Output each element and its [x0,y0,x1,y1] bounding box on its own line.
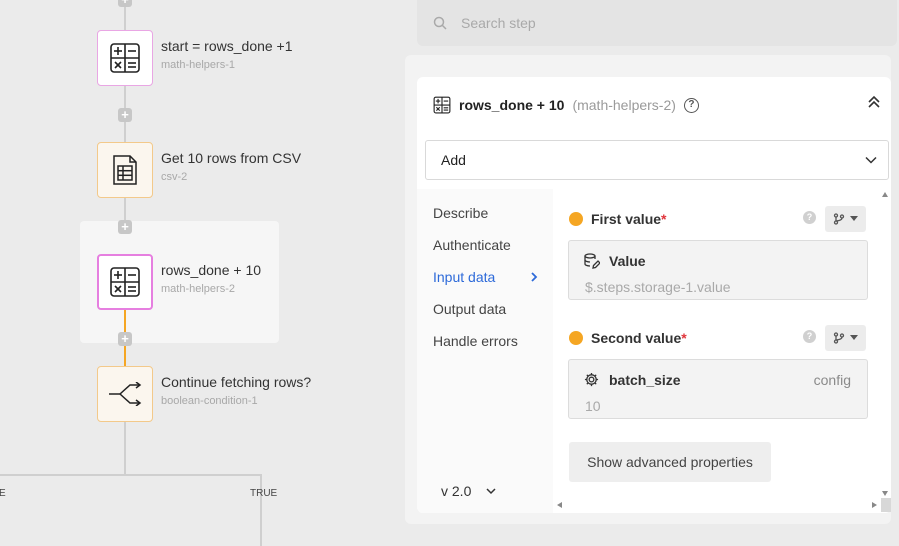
scroll-up-icon [882,192,888,197]
branch-connector [260,474,262,546]
panel-side-nav: Describe Authenticate Input data Output … [417,189,553,513]
scroll-down-icon [882,491,888,496]
chevron-right-icon [531,272,538,282]
first-value-input[interactable]: Value $.steps.storage-1.value [568,240,868,300]
field-header-second-value: Second value* [569,330,687,346]
value-title: batch_size [609,372,681,388]
panel-title: rows_done + 10 [459,97,565,113]
version-label: v 2.0 [441,483,472,499]
caret-down-icon [850,216,858,221]
panel-subtitle: (math-helpers-2) [572,97,676,113]
required-dot [569,212,583,226]
node-title[interactable]: Get 10 rows from CSV [161,150,301,166]
search-icon [433,16,447,30]
nav-item-authenticate[interactable]: Authenticate [433,237,511,253]
branch-connector [0,474,262,476]
nav-item-input-data[interactable]: Input data [433,269,495,285]
workflow-canvas[interactable]: + + + + start = rows_done +1 math-helper… [0,0,405,546]
second-value-input[interactable]: batch_size config 10 [568,359,868,419]
action-dropdown[interactable]: Add [425,140,889,180]
value-source-tag: config [813,372,851,388]
branch-label-false: E [0,488,6,499]
input-data-content: First value* ? Value $.steps.storage-1.v… [553,189,884,513]
node-csv-2[interactable] [97,142,153,198]
search-step-bar[interactable]: Search step [417,0,897,46]
field-label: First value* [591,211,667,227]
connector [124,422,126,476]
required-dot [569,331,583,345]
field-help-icon[interactable]: ? [803,211,816,224]
horizontal-scrollbar[interactable] [553,498,881,512]
value-literal: 10 [585,398,601,414]
node-subtitle: csv-2 [161,171,188,183]
show-advanced-properties-button[interactable]: Show advanced properties [569,442,771,482]
search-input[interactable]: Search step [461,15,536,31]
add-step-plus-icon[interactable]: + [118,332,132,346]
dropdown-value: Add [441,152,466,168]
node-title[interactable]: Continue fetching rows? [161,374,311,390]
version-selector[interactable]: v 2.0 [441,483,497,499]
field-source-menu-button[interactable] [825,325,866,351]
chevron-down-icon [486,488,496,495]
git-branch-icon [833,213,845,225]
add-step-plus-icon[interactable]: + [118,220,132,234]
step-config-panel: rows_done + 10 (math-helpers-2) ? Add De… [417,77,891,513]
calculator-icon [433,96,451,114]
caret-down-icon [850,335,858,340]
calculator-icon [110,43,140,73]
add-step-plus-icon[interactable]: + [118,0,132,7]
panel-header: rows_done + 10 (math-helpers-2) ? [417,77,891,133]
node-title[interactable]: rows_done + 10 [161,262,261,278]
csv-file-icon [113,155,137,185]
node-subtitle: boolean-condition-1 [161,395,258,407]
node-boolean-condition-1[interactable] [97,366,153,422]
branch-label-true: TRUE [250,488,278,499]
field-header-first-value: First value* [569,211,666,227]
node-title[interactable]: start = rows_done +1 [161,38,293,54]
vertical-scrollbar[interactable] [879,190,891,498]
chevron-down-icon [865,156,877,164]
node-math-helpers-1[interactable] [97,30,153,86]
collapse-chevron-icon[interactable] [867,95,881,109]
node-subtitle: math-helpers-1 [161,59,235,71]
branch-split-icon [109,382,142,406]
scroll-left-icon [557,502,562,508]
node-math-helpers-2[interactable] [97,254,153,310]
value-title: Value [609,253,646,269]
calculator-icon [110,267,140,297]
nav-item-output-data[interactable]: Output data [433,301,506,317]
field-label: Second value* [591,330,687,346]
scroll-right-icon [872,502,877,508]
storage-edit-icon [584,253,600,269]
help-icon[interactable]: ? [683,97,699,113]
nav-item-handle-errors[interactable]: Handle errors [433,333,518,349]
field-help-icon[interactable]: ? [803,330,816,343]
gear-icon [584,372,599,387]
field-source-menu-button[interactable] [825,206,866,232]
node-subtitle: math-helpers-2 [161,283,235,295]
nav-item-describe[interactable]: Describe [433,205,488,221]
scrollbar-corner [881,498,891,512]
value-path: $.steps.storage-1.value [585,279,731,295]
git-branch-icon [833,332,845,344]
add-step-plus-icon[interactable]: + [118,108,132,122]
